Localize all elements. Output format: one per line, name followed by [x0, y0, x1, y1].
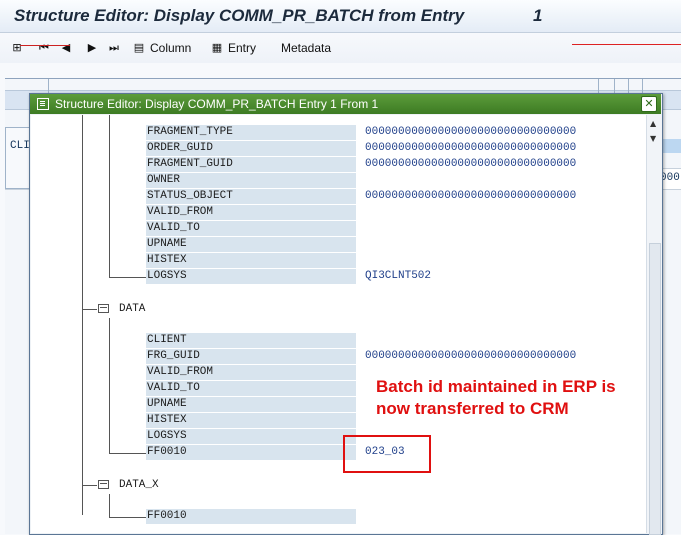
field-name: HISTEX [146, 413, 356, 428]
dialog-title: Structure Editor: Display COMM_PR_BATCH … [55, 97, 379, 111]
field-name: LOGSYS [146, 269, 356, 284]
highlight-box [343, 435, 431, 473]
tree-line [82, 485, 97, 486]
first-entry-icon[interactable]: ⏮ [38, 42, 50, 54]
tree-line [109, 494, 110, 518]
tree-line [109, 517, 146, 518]
toolbar-red-line [572, 44, 681, 45]
field-name: UPNAME [146, 397, 356, 412]
tree-node-data-x[interactable]: DATA_X [119, 478, 159, 492]
field-name: FRAGMENT_TYPE [146, 125, 356, 140]
folder-icon[interactable] [98, 480, 109, 489]
field-name: VALID_TO [146, 381, 356, 396]
column-button[interactable]: Column [150, 41, 191, 55]
main-window-title: Structure Editor: Display COMM_PR_BATCH … [14, 6, 465, 25]
next-entry-icon[interactable]: ▶ [86, 42, 98, 54]
tree-line [109, 115, 110, 278]
annotation-line-1: Batch id maintained in ERP is [376, 377, 616, 396]
tree-node-data[interactable]: DATA [119, 302, 145, 316]
field-name: STATUS_OBJECT [146, 189, 356, 204]
dialog-close-button[interactable]: ✕ [641, 96, 657, 112]
scroll-down-icon[interactable]: ▼ [650, 134, 656, 143]
entry-view-icon[interactable]: ▦ [211, 42, 223, 54]
folder-icon[interactable] [98, 304, 109, 313]
field-value: 00000000000000000000000000000000 [365, 142, 577, 154]
main-entry-number: 1 [533, 6, 543, 25]
application-toolbar: ⊞ ⏮ ◀ ▶ ⏭ ▤ Column ▦ Entry Metadata [0, 33, 681, 63]
tree-line [82, 115, 83, 515]
tree-line [82, 309, 97, 310]
field-name: VALID_FROM [146, 205, 356, 220]
field-name: LOGSYS [146, 429, 356, 444]
dialog-window-icon [37, 98, 49, 110]
tree-line [109, 318, 110, 454]
field-name: FF0010 [146, 509, 356, 524]
field-name: FRG_GUID [146, 349, 356, 364]
background-client-column: CLI [10, 140, 30, 152]
field-name: VALID_TO [146, 221, 356, 236]
nav-underline [20, 45, 70, 46]
entry-button[interactable]: Entry [228, 41, 256, 55]
field-value: 00000000000000000000000000000000 [365, 190, 577, 202]
previous-entry-icon[interactable]: ◀ [60, 42, 72, 54]
field-value: 00000000000000000000000000000000 [365, 350, 577, 362]
field-name: VALID_FROM [146, 365, 356, 380]
field-name: FF0010 [146, 445, 356, 460]
tree-line [109, 277, 146, 278]
field-name: UPNAME [146, 237, 356, 252]
annotation-text: Batch id maintained in ERP is now transf… [376, 376, 616, 420]
tree-line [109, 453, 146, 454]
metadata-button[interactable]: Metadata [281, 41, 331, 55]
field-value: QI3CLNT502 [365, 270, 432, 282]
scroll-up-icon[interactable]: ▲ [650, 119, 656, 128]
field-name: CLIENT [146, 333, 356, 348]
annotation-line-2: now transferred to CRM [376, 399, 569, 418]
field-value: 00000000000000000000000000000000 [365, 126, 577, 138]
field-name: FRAGMENT_GUID [146, 157, 356, 172]
field-name: HISTEX [146, 253, 356, 268]
field-name: ORDER_GUID [146, 141, 356, 156]
field-value: 00000000000000000000000000000000 [365, 158, 577, 170]
vertical-scrollbar[interactable]: ▲ ▼ [646, 115, 662, 535]
hierarchy-icon[interactable]: ⊞ [11, 42, 23, 54]
last-entry-icon[interactable]: ⏭ [108, 42, 120, 54]
column-view-icon[interactable]: ▤ [133, 42, 145, 54]
scrollbar-thumb[interactable] [649, 243, 661, 535]
field-name: OWNER [146, 173, 356, 188]
